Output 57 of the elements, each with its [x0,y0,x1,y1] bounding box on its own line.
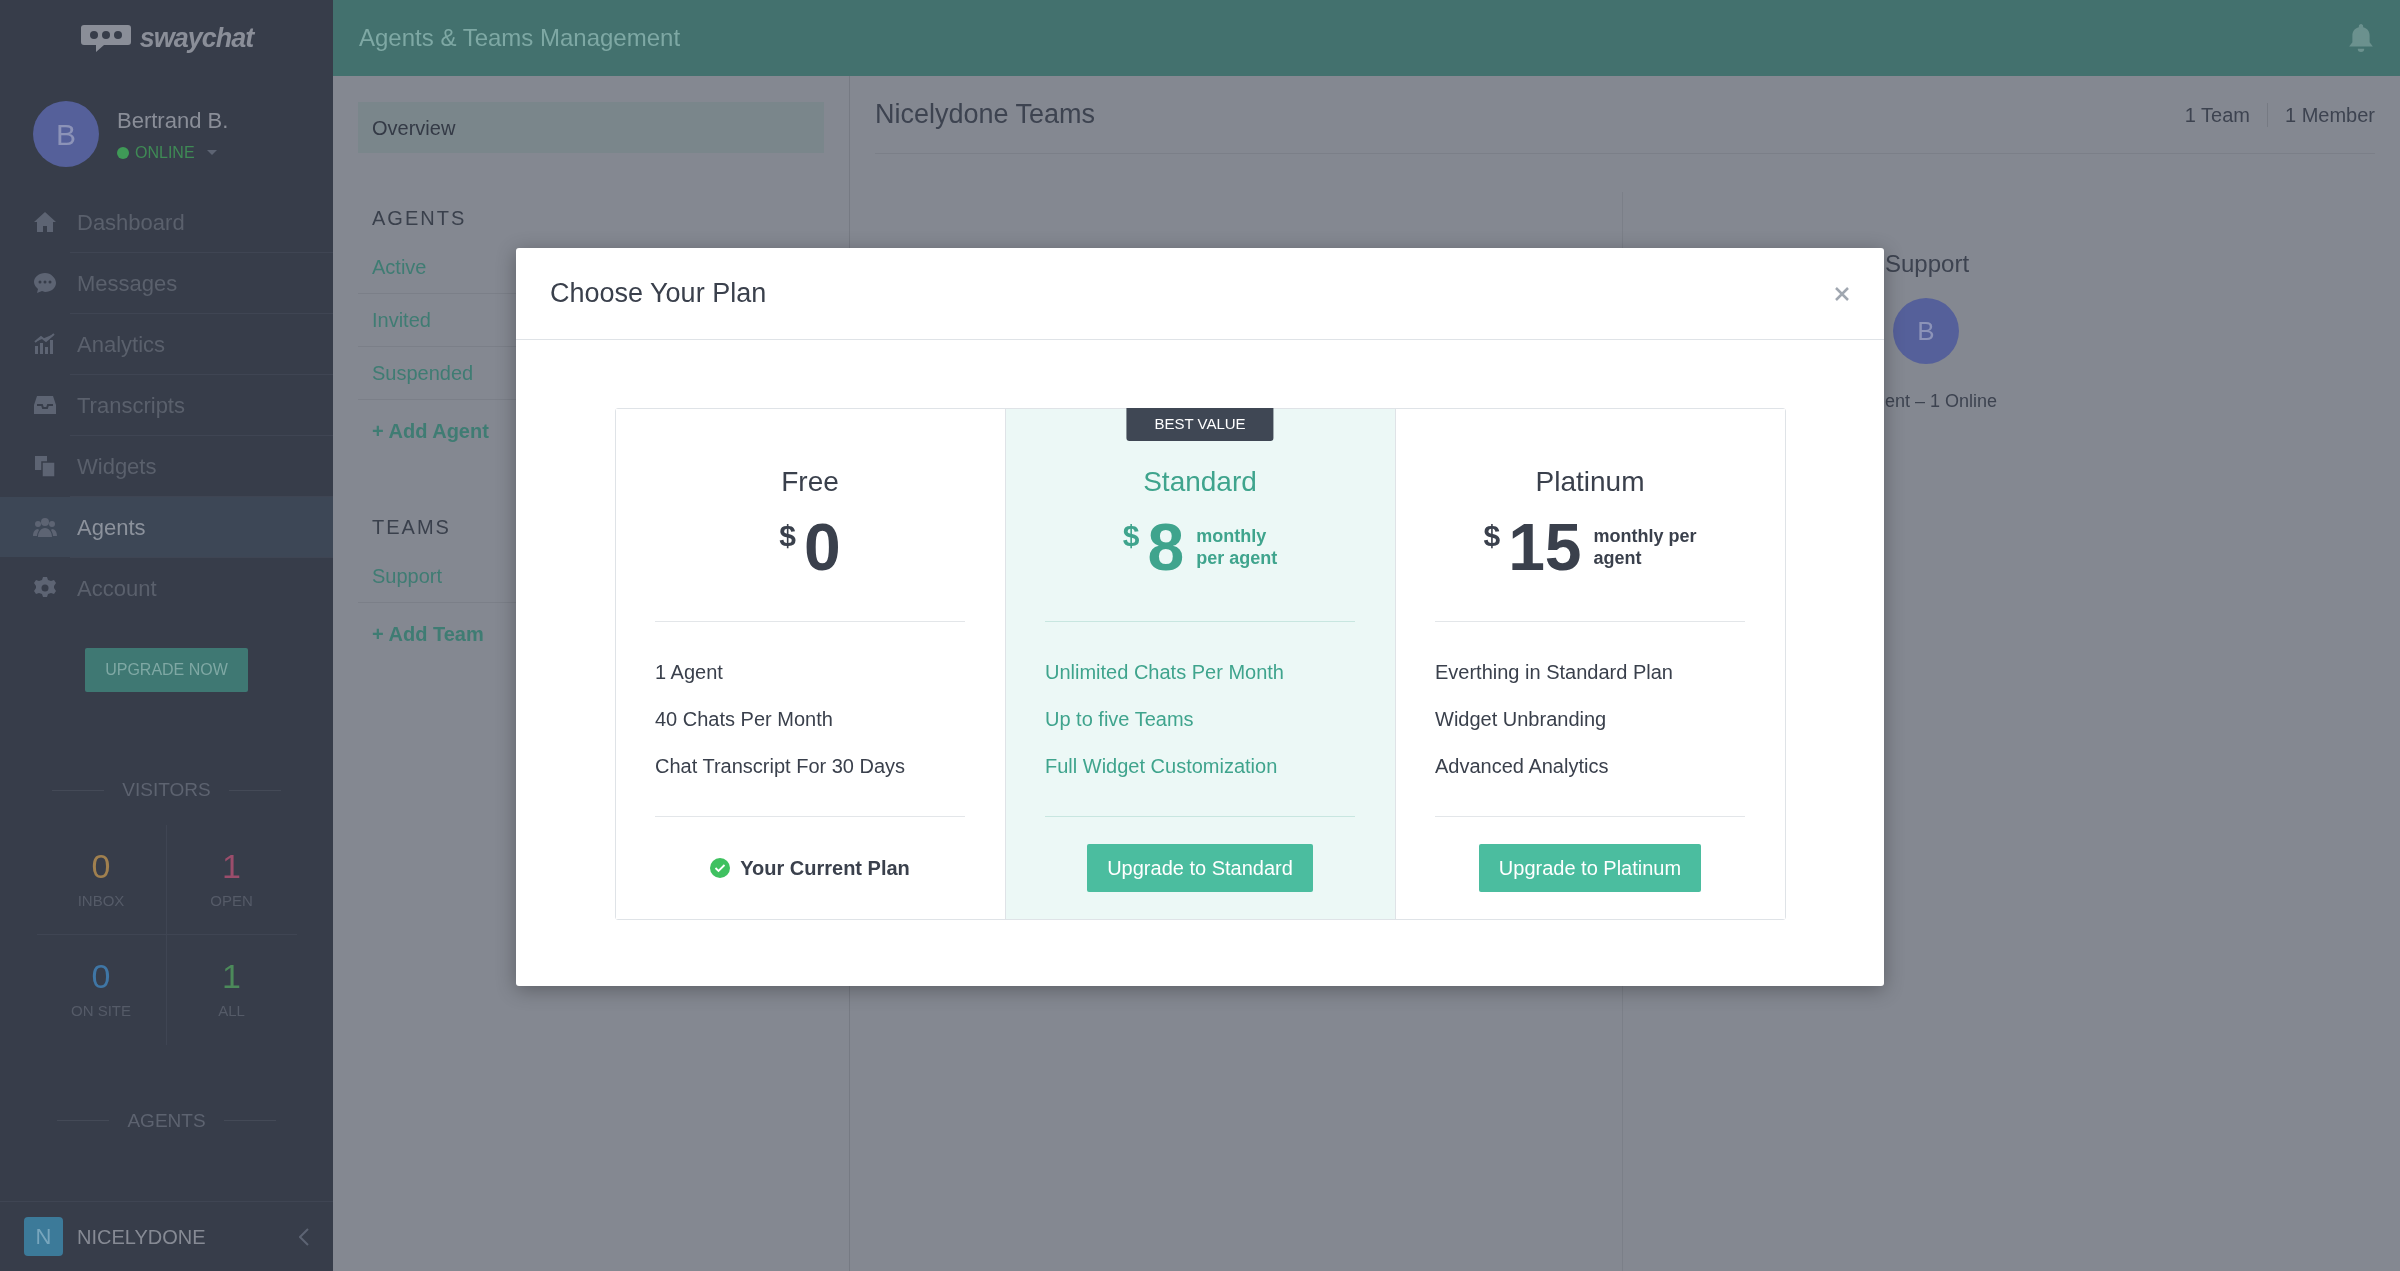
price-period: monthly per agent [1196,525,1278,569]
upgrade-plan-button[interactable]: Upgrade to Standard [1087,844,1313,892]
stat-value: 0 [91,956,111,997]
plan-price: 0 [804,509,841,585]
plan-feature: Advanced Analytics [1435,754,1610,779]
count-label: 1 Member [2284,102,2375,128]
upgrade-plan-button[interactable]: Upgrade to Platinum [1478,844,1702,892]
settings-icon [33,576,57,600]
stacked-pages-icon [33,454,57,478]
close-icon[interactable] [1834,285,1850,302]
dialog-title: Choose Your Plan [550,277,767,311]
team-summary: ent – 1 Online [1885,390,1998,413]
nav-item[interactable]: Agents [0,497,333,557]
currency-sign: $ [779,518,796,554]
logo-text: swaychat [139,21,254,55]
chat-icon [33,271,57,295]
user-name: Bertrand B. [117,106,229,135]
best-value-badge: BEST VALUE [1126,408,1274,441]
stat-value: 1 [222,845,241,886]
plan-feature: 1 Agent [655,660,724,685]
check-circle-icon [710,858,731,878]
bell-icon[interactable] [2348,24,2374,52]
current-plan-label: Your Current Plan [740,856,910,881]
section-heading: TEAMS [372,515,451,540]
plan-feature: Up to five Teams [1045,707,1195,732]
inbox-icon [33,393,57,417]
price-period: monthly per agent [1593,525,1697,569]
chat-bubble-icon [79,23,132,53]
plan-feature: Unlimited Chats Per Month [1045,660,1285,685]
teams-title: Nicelydone Teams [875,98,1096,132]
stat-value: 0 [91,845,111,886]
currency-sign: $ [1483,518,1501,554]
plan-feature: Widget Unbranding [1435,707,1608,732]
users-icon [33,515,57,539]
plan-name: Standard [1143,465,1257,499]
plan-name: Platinum [1535,465,1645,499]
overview-tab[interactable]: Overview [358,102,824,153]
plan-price: 8 [1147,509,1185,585]
currency-sign: $ [1122,518,1140,554]
plan-feature: Full Widget Customization [1045,754,1279,779]
bar-chart-icon [33,332,57,356]
section-heading: AGENTS [372,206,467,231]
collapse-chevron-icon[interactable] [299,1227,309,1246]
plan-feature: Everthing in Standard Plan [1435,660,1674,685]
plan-name: Free [781,465,839,499]
upgrade-button[interactable]: UPGRADE NOW [85,648,248,692]
status-dropdown[interactable]: ONLINE [117,140,229,165]
home-icon [33,210,57,234]
plan-price: 15 [1508,509,1582,585]
stat-value: 1 [222,956,241,997]
workspace-avatar: N [24,1217,63,1256]
page-title: Agents & Teams Management [359,23,681,53]
plan-feature: Chat Transcript For 30 Days [655,754,907,779]
count-label: 1 Team [2184,102,2250,128]
team-name: Support [1885,249,1970,279]
plan-feature: 40 Chats Per Month [655,707,834,732]
workspace-name: NICELYDONE [77,1224,207,1250]
